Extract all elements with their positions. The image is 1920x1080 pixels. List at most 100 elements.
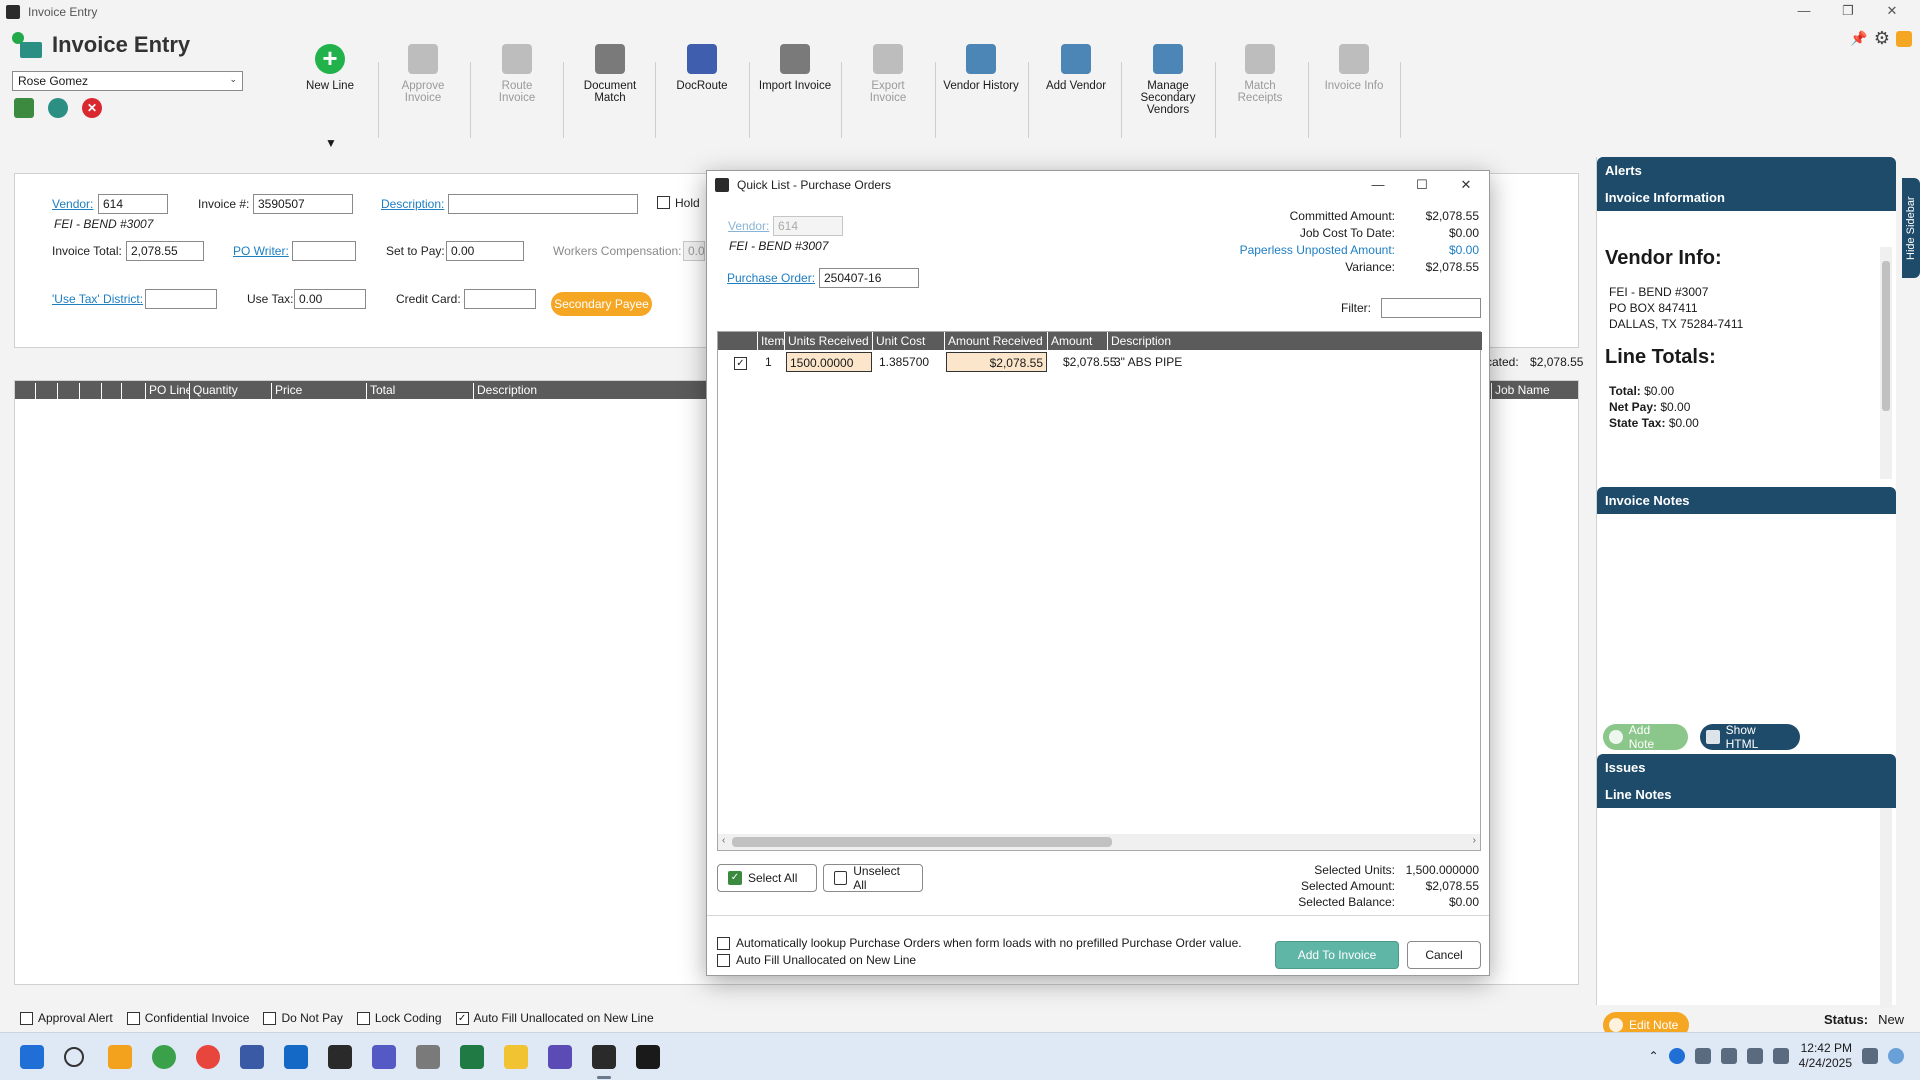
volume-icon[interactable] bbox=[1746, 1048, 1763, 1064]
checkbox[interactable] bbox=[20, 1011, 33, 1025]
battery-icon[interactable] bbox=[1772, 1048, 1789, 1064]
po-writer-label[interactable]: PO Writer: bbox=[233, 244, 289, 258]
po-grid-col-description[interactable]: Description bbox=[1108, 332, 1482, 350]
auto-fill-checkbox[interactable] bbox=[717, 953, 730, 967]
row-units-received-input[interactable]: 1500.00000 bbox=[786, 352, 872, 372]
description-label[interactable]: Description: bbox=[381, 197, 444, 211]
start-icon[interactable] bbox=[20, 1045, 44, 1069]
grid-scroll-thumb[interactable] bbox=[732, 837, 1112, 847]
excel-icon[interactable] bbox=[460, 1045, 484, 1069]
line-notes-scrollbar[interactable] bbox=[1880, 808, 1892, 1008]
spc-app-icon[interactable] bbox=[328, 1045, 352, 1069]
po-grid-col-select[interactable] bbox=[718, 332, 758, 350]
auto-lookup-option[interactable]: Automatically lookup Purchase Orders whe… bbox=[717, 936, 1242, 950]
calculator-icon[interactable] bbox=[416, 1045, 440, 1069]
cancel-icon[interactable]: ✕ bbox=[82, 98, 102, 118]
approve-invoice-button[interactable]: Approve Invoice bbox=[395, 40, 451, 140]
checkbox-checked[interactable]: ✓ bbox=[455, 1011, 469, 1025]
bottom-option[interactable]: Approval Alert bbox=[20, 1011, 113, 1025]
invoice-total-input[interactable]: 2,078.55 bbox=[126, 241, 204, 261]
teams-icon[interactable] bbox=[372, 1045, 396, 1069]
gear-icon[interactable]: ⚙ bbox=[1874, 28, 1890, 49]
invoice-info-button[interactable]: Invoice Info bbox=[1320, 40, 1388, 140]
add-user-icon[interactable] bbox=[48, 98, 68, 118]
pinned-app-icon[interactable] bbox=[108, 1045, 132, 1069]
acrobat-icon[interactable] bbox=[636, 1045, 660, 1069]
sidebar-issues-header[interactable]: Issues bbox=[1597, 754, 1896, 781]
invoice-number-input[interactable]: 3590507 bbox=[253, 194, 353, 214]
sidebar-alerts-header[interactable]: Alerts bbox=[1597, 157, 1896, 184]
grid-col-total[interactable]: Total bbox=[366, 383, 470, 399]
vendor-label[interactable]: Vendor: bbox=[52, 197, 93, 211]
po-grid-col-amount-received[interactable]: Amount Received bbox=[945, 332, 1048, 350]
hide-sidebar-tab[interactable]: Hide Sidebar bbox=[1902, 178, 1920, 278]
hold-checkbox[interactable] bbox=[657, 196, 670, 209]
search-icon[interactable] bbox=[64, 1047, 84, 1067]
alert-badge-icon[interactable] bbox=[1896, 30, 1912, 47]
add-vendor-button[interactable]: Add Vendor bbox=[1040, 40, 1112, 140]
document-match-button[interactable]: Document Match bbox=[580, 40, 640, 140]
chrome-icon[interactable] bbox=[196, 1045, 220, 1069]
row-amount-received-input[interactable]: $2,078.55 bbox=[946, 352, 1047, 372]
notification-icon[interactable] bbox=[1862, 1048, 1878, 1064]
row-select-checkbox[interactable]: ✓ bbox=[731, 354, 750, 374]
pinned-app-icon[interactable] bbox=[548, 1045, 572, 1069]
cancel-button[interactable]: Cancel bbox=[1407, 941, 1481, 969]
use-tax-district-input[interactable] bbox=[145, 289, 217, 309]
use-tax-input[interactable]: 0.00 bbox=[294, 289, 366, 309]
secondary-payee-button[interactable]: Secondary Payee bbox=[551, 292, 652, 316]
sidebar-scrollbar[interactable] bbox=[1880, 247, 1892, 479]
auto-lookup-checkbox[interactable] bbox=[717, 936, 730, 950]
user-select[interactable]: Rose Gomez ⌄ bbox=[12, 71, 243, 91]
outlook-icon[interactable] bbox=[284, 1045, 308, 1069]
bottom-option[interactable]: Do Not Pay bbox=[263, 1011, 343, 1025]
display-icon[interactable] bbox=[1720, 1048, 1737, 1064]
import-invoice-button[interactable]: Import Invoice bbox=[758, 40, 832, 140]
filter-input[interactable] bbox=[1381, 298, 1481, 318]
po-grid-col-amount[interactable]: Amount bbox=[1048, 332, 1108, 350]
restore-button[interactable]: ❐ bbox=[1826, 0, 1870, 24]
minimize-button[interactable]: — bbox=[1782, 0, 1826, 24]
auto-fill-option[interactable]: Auto Fill Unallocated on New Line bbox=[717, 953, 916, 967]
file-explorer-icon[interactable] bbox=[504, 1045, 528, 1069]
pin-icon[interactable]: 📌 bbox=[1850, 30, 1867, 47]
manage-secondary-vendors-button[interactable]: Manage Secondary Vendors bbox=[1130, 40, 1206, 140]
description-input[interactable] bbox=[448, 194, 638, 214]
show-html-toggle[interactable]: Show HTML bbox=[1700, 723, 1800, 751]
checkbox[interactable] bbox=[356, 1011, 370, 1025]
pinned-app-icon[interactable] bbox=[240, 1045, 264, 1069]
pinned-app-icon[interactable] bbox=[152, 1045, 176, 1069]
bottom-option[interactable]: Lock Coding bbox=[356, 1011, 442, 1025]
docroute-button[interactable]: DocRoute bbox=[668, 40, 736, 140]
po-grid-col-item[interactable]: Item bbox=[758, 332, 785, 350]
purchase-order-input[interactable]: 250407-16 bbox=[819, 268, 919, 288]
match-receipts-button[interactable]: Match Receipts bbox=[1222, 40, 1298, 140]
bottom-option[interactable]: Confidential Invoice bbox=[126, 1011, 249, 1025]
onedrive-icon[interactable] bbox=[1668, 1048, 1685, 1064]
add-to-invoice-button[interactable]: Add To Invoice bbox=[1275, 941, 1399, 969]
sidebar-invoice-info-header[interactable]: Invoice Information bbox=[1597, 184, 1896, 211]
spc-app-active-icon[interactable] bbox=[592, 1045, 616, 1069]
set-to-pay-input[interactable]: 0.00 bbox=[446, 241, 524, 261]
new-line-button[interactable]: + New Line bbox=[300, 40, 360, 140]
sidebar-invoice-notes-header[interactable]: Invoice Notes bbox=[1597, 487, 1896, 514]
sidebar-scroll-thumb[interactable] bbox=[1882, 261, 1890, 411]
use-tax-district-label[interactable]: 'Use Tax' District: bbox=[52, 292, 143, 306]
clock[interactable]: 12:42 PM 4/24/2025 bbox=[1799, 1041, 1852, 1071]
select-all-button[interactable]: ✓ Select All bbox=[717, 864, 817, 892]
grid-horizontal-scrollbar[interactable]: ‹ › bbox=[718, 834, 1480, 850]
po-grid-col-units-received[interactable]: Units Received bbox=[785, 332, 873, 350]
bottom-option[interactable]: ✓ Auto Fill Unallocated on New Line bbox=[455, 1011, 654, 1025]
dialog-close-button[interactable]: ✕ bbox=[1451, 175, 1481, 195]
checkbox[interactable] bbox=[263, 1011, 277, 1025]
checkbox[interactable] bbox=[126, 1011, 140, 1025]
vendor-input[interactable]: 614 bbox=[98, 194, 168, 214]
scroll-left-icon[interactable]: ‹ bbox=[722, 835, 725, 846]
purchase-orders-grid[interactable]: Item Units Received Unit Cost Amount Rec… bbox=[717, 331, 1482, 851]
purchase-order-label[interactable]: Purchase Order: bbox=[727, 271, 815, 285]
dialog-maximize-button[interactable]: ☐ bbox=[1407, 175, 1437, 195]
copilot-icon[interactable] bbox=[1888, 1048, 1904, 1064]
export-invoice-button[interactable]: Export Invoice bbox=[852, 40, 924, 140]
scroll-right-icon[interactable]: › bbox=[1473, 835, 1476, 846]
grid-col-description[interactable]: Description bbox=[473, 383, 713, 399]
